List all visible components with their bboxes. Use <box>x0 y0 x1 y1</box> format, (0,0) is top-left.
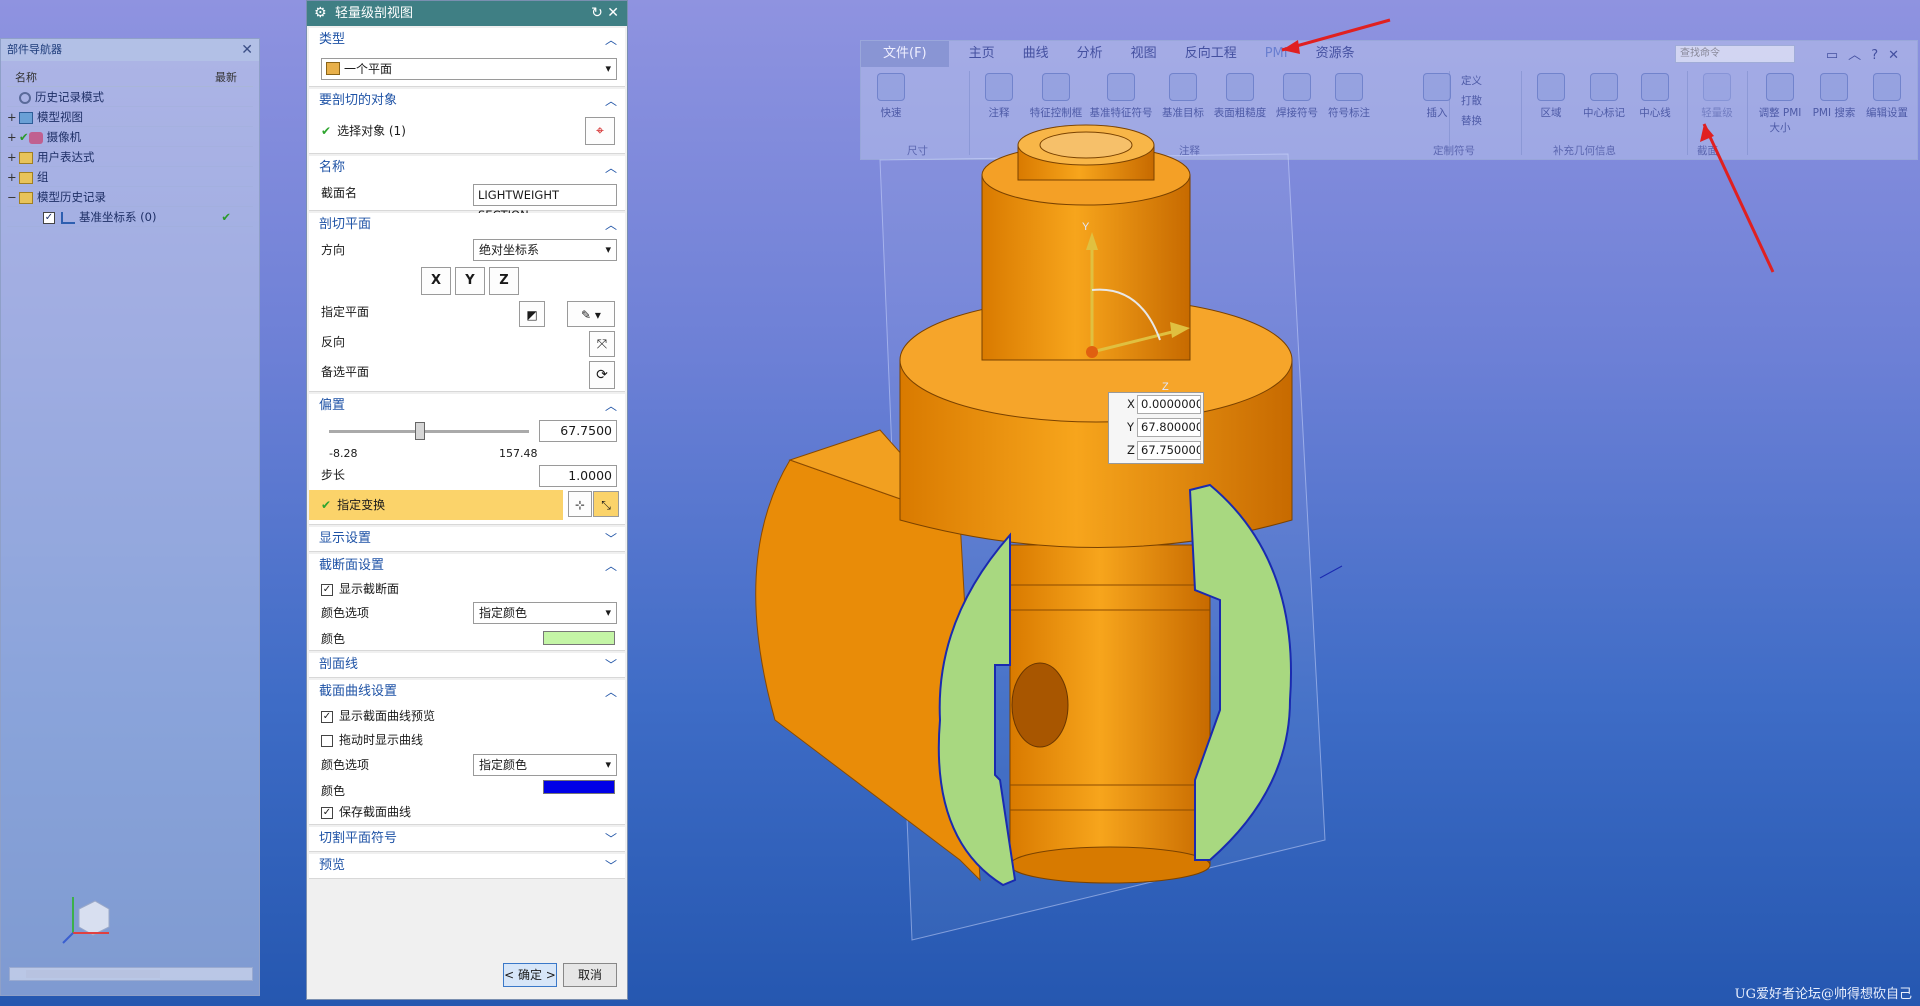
y-coordinate-input[interactable]: 67.800000 <box>1137 418 1201 437</box>
watermark-text: UG爱好者论坛@帅得想砍自己 <box>1734 987 1912 1002</box>
cross-hole <box>1011 662 1069 748</box>
plane-direction-handle-icon[interactable] <box>1319 565 1343 579</box>
origin-handle[interactable] <box>1086 346 1098 358</box>
coordinate-input-box: X 0.0000000 Y 67.800000 Z 67.750000 <box>1108 392 1204 464</box>
y-axis-icon: Y <box>1082 221 1090 233</box>
x-coordinate-input[interactable]: 0.0000000 <box>1137 395 1201 414</box>
z-coordinate-input[interactable]: 67.750000 <box>1137 441 1201 460</box>
graphics-viewport[interactable]: Y Z <box>0 0 1920 1006</box>
annotation-arrow-lightweight <box>1702 123 1775 273</box>
